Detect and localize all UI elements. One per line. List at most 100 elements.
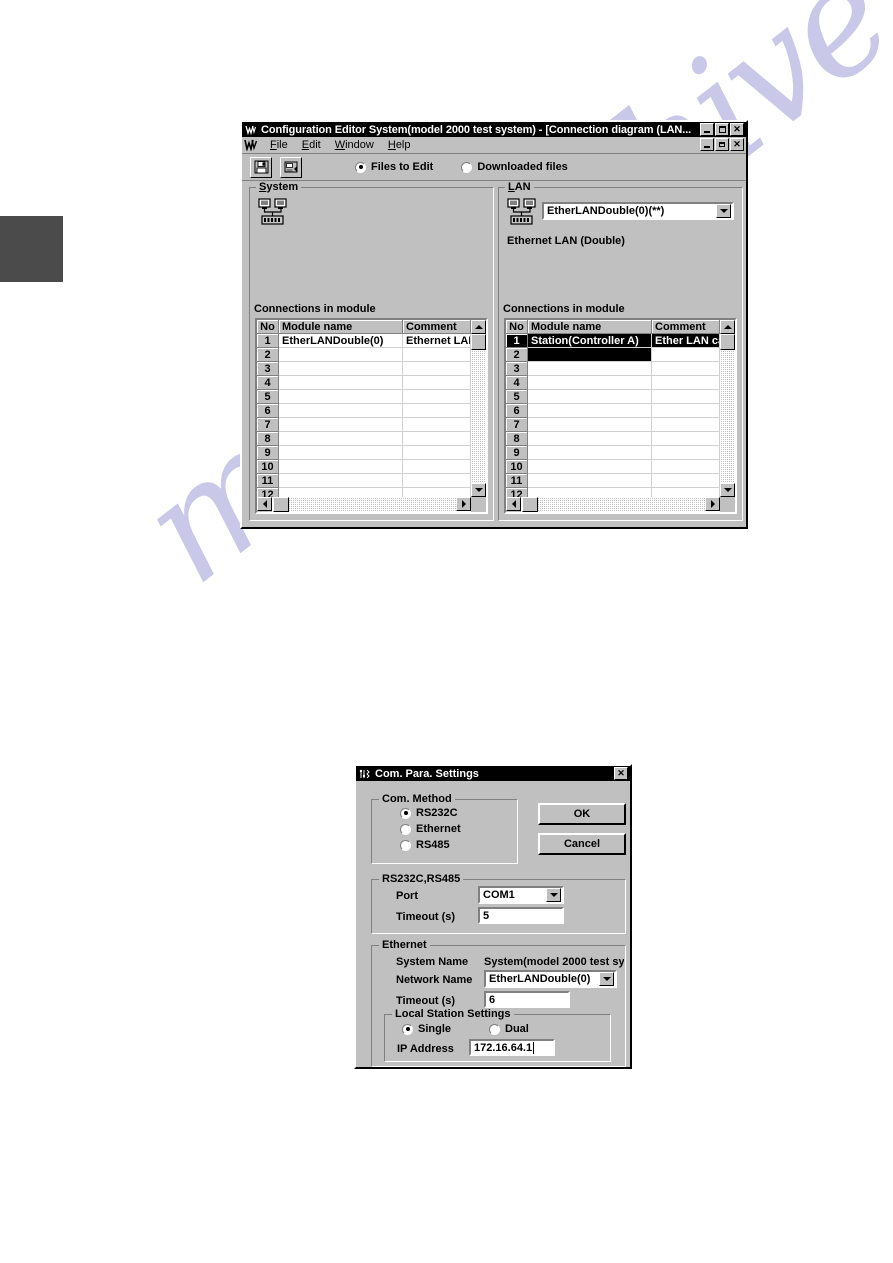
save-icon[interactable] [250,156,272,178]
comment-cell[interactable] [402,459,471,474]
module-name-cell[interactable] [278,403,403,418]
module-name-cell[interactable] [527,473,652,488]
row-number-cell[interactable]: 3 [506,361,528,376]
lan-hscroll-right-button[interactable] [705,497,720,511]
comment-cell[interactable]: Ethernet LAN (Do [402,333,471,348]
row-number-cell[interactable]: 9 [257,445,279,460]
radio-files-to-edit[interactable] [355,161,366,173]
module-name-cell[interactable] [278,417,403,432]
table-row[interactable]: 6 [506,403,720,418]
module-name-cell[interactable] [278,375,403,390]
ethernet-timeout-input[interactable]: 6 [484,991,570,1008]
comment-cell[interactable] [651,347,720,362]
minimize-button[interactable] [700,123,714,136]
lan-vscroll-down-button[interactable] [720,483,735,497]
table-row[interactable]: 3 [506,361,720,376]
network-name-select-arrow[interactable] [599,972,614,986]
table-row[interactable]: 6 [257,403,471,418]
module-name-cell[interactable] [278,431,403,446]
menu-item-file[interactable]: File [263,139,295,151]
radio-downloaded-files[interactable] [461,161,473,173]
table-row[interactable]: 4 [257,375,471,390]
port-select[interactable]: COM1 [478,886,564,904]
module-name-cell[interactable] [527,431,652,446]
row-number-cell[interactable]: 4 [257,375,279,390]
close-button[interactable]: ✕ [730,123,744,136]
comment-cell[interactable] [402,417,471,432]
radio-rs485[interactable]: RS485 [400,839,450,851]
module-name-cell[interactable] [278,361,403,376]
lan-connections-grid[interactable]: No Module name Comment 1 Station(Controll… [504,318,737,514]
lan-network-select-arrow[interactable] [716,204,731,218]
module-name-cell[interactable] [527,389,652,404]
radio-single[interactable]: Single [402,1023,451,1035]
module-name-cell[interactable] [527,445,652,460]
lan-hscroll-left-button[interactable] [506,497,521,511]
th-comment[interactable]: Comment [402,320,471,334]
module-name-cell[interactable]: EtherLANDouble(0) [278,333,403,348]
table-row[interactable]: 3 [257,361,471,376]
module-name-cell[interactable] [527,487,652,497]
module-name-cell[interactable] [278,459,403,474]
table-row[interactable]: 1EtherLANDouble(0)Ethernet LAN (Do [257,333,471,348]
row-number-cell[interactable]: 8 [506,431,528,446]
lan-vscroll-up-button[interactable] [720,320,735,334]
comment-cell[interactable] [651,361,720,376]
comment-cell[interactable] [651,459,720,474]
comment-cell[interactable] [651,487,720,497]
comment-cell[interactable] [402,389,471,404]
cancel-button[interactable]: Cancel [538,833,626,855]
module-name-cell[interactable] [527,403,652,418]
row-number-cell[interactable]: 10 [257,459,279,474]
table-row[interactable]: 7 [506,417,720,432]
radio-dual[interactable]: Dual [489,1023,529,1035]
mdi-restore-button[interactable] [715,138,729,151]
lan-grid-vscrollbar[interactable] [720,320,735,497]
row-number-cell[interactable]: 9 [506,445,528,460]
radio-ethernet[interactable]: Ethernet [400,823,461,835]
comment-cell[interactable] [402,375,471,390]
system-hscroll-thumb[interactable] [273,497,289,512]
comment-cell[interactable] [651,403,720,418]
comment-cell[interactable] [402,445,471,460]
network-lan-icon[interactable] [507,198,537,226]
comment-cell[interactable] [651,473,720,488]
system-vscroll-down-button[interactable] [471,483,486,497]
comment-cell[interactable] [651,431,720,446]
table-row[interactable]: 12 [257,487,471,497]
system-hscroll-right-button[interactable] [456,497,471,511]
row-number-cell[interactable]: 7 [257,417,279,432]
th-module-name[interactable]: Module name [278,320,403,334]
module-name-cell[interactable] [278,473,403,488]
row-number-cell[interactable]: 5 [506,389,528,404]
th-module-name[interactable]: Module name [527,320,652,334]
row-number-cell[interactable]: 2 [506,347,528,362]
lan-grid-hscrollbar[interactable] [506,497,735,512]
table-row[interactable]: 9 [257,445,471,460]
comment-cell[interactable] [402,361,471,376]
table-row[interactable]: 12 [506,487,720,497]
download-icon[interactable] [280,156,302,178]
module-name-cell[interactable] [278,347,403,362]
module-name-cell[interactable] [527,459,652,474]
lan-vscroll-thumb[interactable] [720,334,735,350]
serial-timeout-input[interactable]: 5 [478,907,564,924]
system-grid-vscrollbar[interactable] [471,320,486,497]
row-number-cell[interactable]: 6 [506,403,528,418]
table-row[interactable]: 9 [506,445,720,460]
ok-button[interactable]: OK [538,803,626,825]
row-number-cell[interactable]: 2 [257,347,279,362]
system-vscroll-thumb[interactable] [471,334,486,350]
lan-network-select[interactable]: EtherLANDouble(0)(**) [542,202,734,220]
comment-cell[interactable] [651,375,720,390]
menu-item-help[interactable]: Help [381,139,418,151]
dialog-close-button[interactable]: ✕ [614,767,628,780]
row-number-cell[interactable]: 7 [506,417,528,432]
mdi-document-icon[interactable] [244,139,258,151]
row-number-cell[interactable]: 1 [257,333,279,348]
network-system-icon[interactable] [258,198,288,226]
table-row[interactable]: 1Station(Controller A)Ether LAN card 1 [506,333,720,348]
table-row[interactable]: 10 [257,459,471,474]
maximize-button[interactable] [715,123,729,136]
menu-item-window[interactable]: Window [328,139,381,151]
